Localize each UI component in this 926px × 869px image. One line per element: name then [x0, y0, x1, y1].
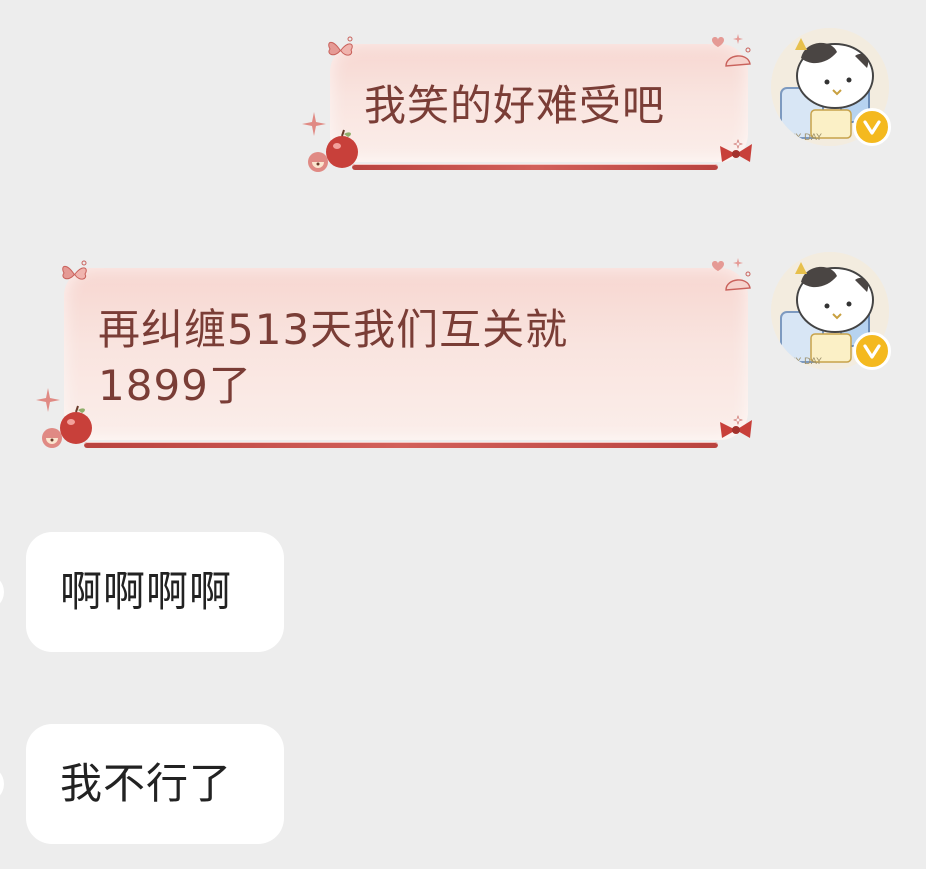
avatar[interactable]: PPY DAY: [771, 252, 891, 370]
ribbon-bow-icon: [720, 139, 752, 162]
butterfly-icon: [328, 36, 353, 56]
message-text: 我笑的好难受吧: [364, 81, 666, 130]
message-text: 我不行了: [60, 759, 233, 808]
svg-text:PPY DAY: PPY DAY: [785, 357, 822, 367]
heart-sparkle-decoration-icon: [712, 34, 751, 67]
verified-v-badge-icon: [853, 332, 891, 370]
bubble-divider-line: [84, 442, 718, 448]
ribbon-bow-icon: [720, 415, 752, 438]
outgoing-message-bubble[interactable]: 我笑的好难受吧: [302, 34, 752, 172]
partner-avatar-edge[interactable]: [0, 766, 4, 802]
partner-avatar-edge[interactable]: [0, 574, 4, 610]
heart-sparkle-decoration-icon: [712, 258, 751, 291]
avatar[interactable]: PPY DAY: [771, 28, 891, 146]
verified-v-badge-icon: [853, 108, 891, 146]
butterfly-icon: [62, 260, 87, 280]
message-text: 啊啊啊啊: [60, 567, 233, 616]
apple-icon: [308, 129, 358, 172]
incoming-message-bubble[interactable]: 啊啊啊啊: [26, 532, 284, 652]
message-text: 再纠缠513天我们互关就 1899了: [98, 305, 569, 410]
svg-text:PPY DAY: PPY DAY: [785, 133, 822, 143]
incoming-message-bubble[interactable]: 我不行了: [26, 724, 284, 844]
apple-icon: [42, 405, 92, 448]
outgoing-message-bubble[interactable]: 再纠缠513天我们互关就 1899了: [36, 258, 752, 448]
bubble-divider-line: [352, 164, 718, 170]
chat-message-list[interactable]: 我笑的好难受吧 PPY DAY 再纠缠513天我们互关就 1899了 PPY D…: [0, 0, 926, 869]
